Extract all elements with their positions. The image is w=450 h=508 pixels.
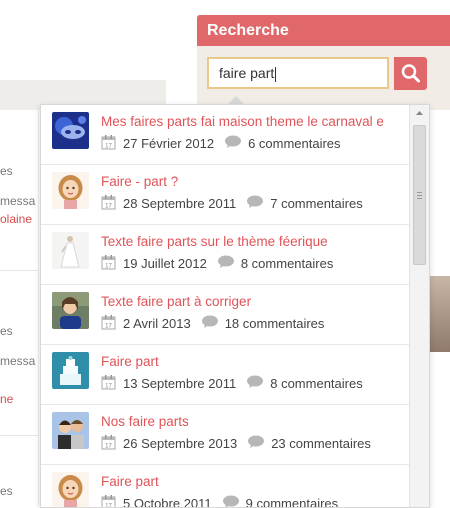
scrollbar[interactable] bbox=[409, 105, 429, 507]
result-comments[interactable]: 8 commentaires bbox=[241, 256, 333, 271]
search-result-item[interactable]: Faire part 17 13 Septembre 2011 8 commentai… bbox=[41, 345, 409, 405]
calendar-icon: 17 bbox=[101, 434, 116, 453]
result-meta: 17 2 Avril 2013 18 commentaires bbox=[101, 314, 324, 333]
result-thumbnail[interactable] bbox=[52, 292, 89, 329]
result-date: 13 Septembre 2011 bbox=[123, 376, 236, 391]
result-title[interactable]: Nos faire parts bbox=[101, 414, 401, 429]
bg-text: es bbox=[0, 324, 13, 338]
bg-text: es bbox=[0, 484, 13, 498]
background-left-column: es messa olaine es messa ne es bbox=[0, 110, 39, 506]
speech-bubble-icon bbox=[246, 375, 264, 392]
result-thumbnail[interactable] bbox=[52, 352, 89, 389]
svg-text:17: 17 bbox=[105, 144, 112, 150]
calendar-icon: 17 bbox=[101, 194, 116, 213]
speech-bubble-icon bbox=[201, 315, 219, 332]
result-thumbnail[interactable] bbox=[52, 172, 89, 209]
calendar-icon: 17 bbox=[101, 374, 116, 393]
bg-text[interactable]: olaine bbox=[0, 212, 32, 226]
search-results-dropdown: Mes faires parts fai maison theme le car… bbox=[40, 104, 430, 508]
result-comments[interactable]: 8 commentaires bbox=[270, 376, 362, 391]
search-icon bbox=[394, 57, 427, 90]
result-comments[interactable]: 18 commentaires bbox=[225, 316, 325, 331]
result-meta: 17 13 Septembre 2011 8 commentaires bbox=[101, 374, 363, 393]
result-meta: 17 27 Février 2012 6 commentaires bbox=[101, 134, 341, 153]
speech-bubble-icon bbox=[246, 195, 264, 212]
result-meta: 17 19 Juillet 2012 8 commentaires bbox=[101, 254, 333, 273]
result-date: 19 Juillet 2012 bbox=[123, 256, 207, 271]
result-title[interactable]: Faire part bbox=[101, 474, 401, 489]
speech-bubble-icon bbox=[224, 135, 242, 152]
result-comments[interactable]: 9 commentaires bbox=[246, 496, 338, 508]
speech-bubble-icon bbox=[222, 495, 240, 508]
bg-text: messa bbox=[0, 354, 35, 368]
search-result-item[interactable]: Texte faire part à corriger 17 2 Avril 201… bbox=[41, 285, 409, 345]
result-thumbnail[interactable] bbox=[52, 112, 89, 149]
result-title[interactable]: Texte faire part à corriger bbox=[101, 294, 401, 309]
text-caret bbox=[275, 67, 276, 82]
result-comments[interactable]: 7 commentaires bbox=[270, 196, 362, 211]
result-thumbnail[interactable] bbox=[52, 232, 89, 269]
result-date: 26 Septembre 2013 bbox=[123, 436, 237, 451]
result-date: 27 Février 2012 bbox=[123, 136, 214, 151]
calendar-icon: 17 bbox=[101, 314, 116, 333]
result-comments[interactable]: 23 commentaires bbox=[271, 436, 371, 451]
search-button[interactable] bbox=[394, 57, 427, 90]
bg-text[interactable]: ne bbox=[0, 392, 13, 406]
scrollbar-thumb[interactable] bbox=[413, 125, 426, 265]
search-input[interactable]: faire part bbox=[207, 57, 389, 89]
result-comments[interactable]: 6 commentaires bbox=[248, 136, 340, 151]
svg-text:17: 17 bbox=[105, 204, 112, 210]
search-result-item[interactable]: Nos faire parts 17 26 Septembre 2013 23 com… bbox=[41, 405, 409, 465]
result-title[interactable]: Mes faires parts fai maison theme le car… bbox=[101, 114, 401, 129]
scroll-up-arrow[interactable] bbox=[410, 105, 429, 121]
divider bbox=[0, 435, 38, 436]
svg-text:17: 17 bbox=[105, 264, 112, 270]
result-thumbnail[interactable] bbox=[52, 412, 89, 449]
calendar-icon: 17 bbox=[101, 134, 116, 153]
speech-bubble-icon bbox=[247, 435, 265, 452]
result-date: 5 Octobre 2011 bbox=[123, 496, 212, 508]
search-result-item[interactable]: Faire - part ? 17 28 Septembre 2011 7 comme… bbox=[41, 165, 409, 225]
speech-bubble-icon bbox=[217, 255, 235, 272]
result-date: 2 Avril 2013 bbox=[123, 316, 191, 331]
background-photo bbox=[428, 276, 450, 352]
result-meta: 17 28 Septembre 2011 7 commentaires bbox=[101, 194, 363, 213]
svg-text:17: 17 bbox=[105, 444, 112, 450]
search-result-item[interactable]: Texte faire parts sur le thème féerique 1… bbox=[41, 225, 409, 285]
bg-text: messa bbox=[0, 194, 35, 208]
calendar-icon: 17 bbox=[101, 254, 116, 273]
result-meta: 17 26 Septembre 2013 23 commentaires bbox=[101, 434, 371, 453]
search-title: Recherche bbox=[197, 15, 450, 46]
result-thumbnail[interactable] bbox=[52, 472, 89, 508]
bg-text: es bbox=[0, 164, 13, 178]
result-title[interactable]: Texte faire parts sur le thème féerique bbox=[101, 234, 401, 249]
search-result-item[interactable]: Mes faires parts fai maison theme le car… bbox=[41, 105, 409, 165]
search-result-item[interactable]: Faire part175 Octobre 20119 commentaires bbox=[41, 465, 409, 508]
svg-text:17: 17 bbox=[105, 384, 112, 390]
result-title[interactable]: Faire part bbox=[101, 354, 401, 369]
svg-text:17: 17 bbox=[105, 324, 112, 330]
divider bbox=[0, 270, 38, 271]
result-title[interactable]: Faire - part ? bbox=[101, 174, 401, 189]
search-query: faire part bbox=[219, 65, 274, 81]
result-date: 28 Septembre 2011 bbox=[123, 196, 236, 211]
